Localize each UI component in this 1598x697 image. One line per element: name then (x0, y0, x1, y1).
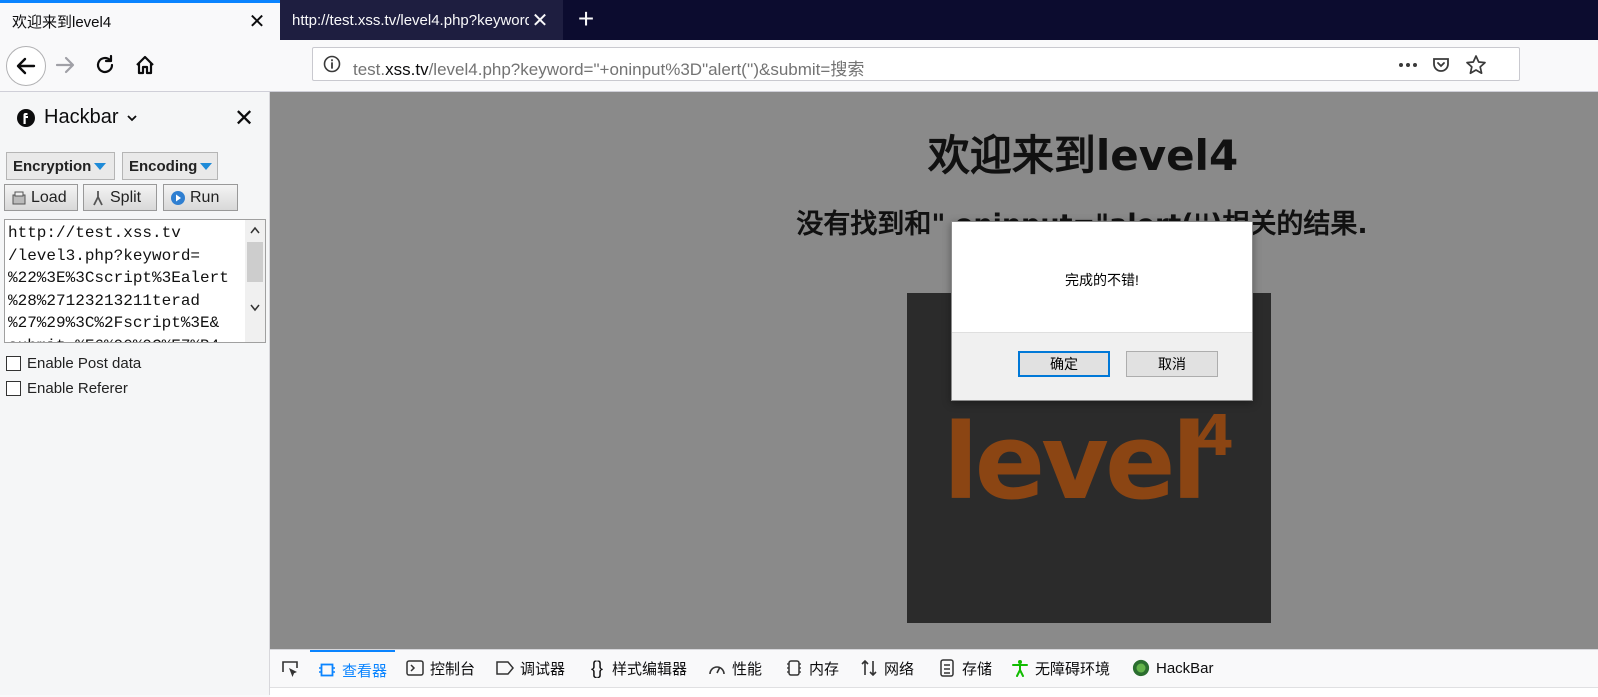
memory-icon (785, 659, 803, 677)
split-label: Split (110, 188, 142, 206)
alert-dialog: 完成的不错! 确定 取消 (951, 221, 1253, 401)
split-button[interactable]: Split (83, 184, 157, 211)
dialog-footer: 确定 取消 (952, 332, 1252, 400)
tab-strip: 欢迎来到level4 ✕ http://test.xss.tv/level4.p… (0, 0, 1598, 40)
inspector-icon (318, 661, 336, 679)
page-content: 欢迎来到level4 没有找到和" oninput="alert('')相关的结… (270, 92, 1598, 649)
encryption-dropdown[interactable]: Encryption (6, 152, 115, 180)
bookmark-star-icon[interactable] (1465, 54, 1487, 76)
tab-style-editor[interactable]: {} 样式编辑器 (588, 650, 687, 686)
home-button[interactable] (128, 48, 162, 82)
split-icon (93, 190, 103, 205)
element-picker-icon[interactable] (280, 659, 300, 679)
back-arrow-icon (16, 57, 36, 75)
tab-label: 调试器 (520, 660, 566, 678)
tab-inspector[interactable]: 查看器 (310, 650, 396, 688)
scroll-up-icon[interactable] (250, 226, 260, 234)
tab-memory[interactable]: 内存 (785, 650, 839, 686)
performance-icon (708, 659, 726, 677)
dialog-message: 完成的不错! (1065, 272, 1139, 288)
load-label: Load (31, 188, 67, 206)
tab-label: 样式编辑器 (612, 660, 688, 678)
url-text: test.xss.tv/level4.php?keyword="+oninput… (353, 60, 865, 79)
tab-close-icon[interactable]: ✕ (246, 9, 268, 34)
textarea-scrollbar[interactable] (245, 220, 265, 342)
tab-label: 内存 (809, 660, 840, 678)
cancel-button[interactable]: 取消 (1126, 351, 1218, 377)
checkbox-box[interactable] (6, 381, 21, 396)
scroll-thumb[interactable] (247, 242, 263, 282)
tab-network[interactable]: 网络 (860, 650, 914, 686)
logo-word: level (943, 401, 1203, 523)
devtools-subtoolbar (270, 687, 1598, 697)
tab-title: 欢迎来到level4 (12, 14, 112, 31)
ok-button[interactable]: 确定 (1018, 351, 1110, 377)
tab-label: 无障碍环境 (1035, 660, 1111, 678)
tab-label: 网络 (884, 660, 915, 678)
page-heading: 欢迎来到level4 (927, 131, 1239, 180)
tab-label: 存储 (962, 660, 993, 678)
tab-label: 控制台 (430, 660, 476, 678)
dropdown-arrow-icon (200, 162, 213, 170)
load-icon (12, 191, 26, 204)
tab-performance[interactable]: 性能 (708, 650, 762, 686)
enable-post-label: Enable Post data (27, 355, 142, 372)
checkbox-box[interactable] (6, 356, 21, 371)
enable-referer-label: Enable Referer (27, 380, 128, 397)
enable-post-checkbox[interactable]: Enable Post data (6, 355, 141, 372)
tab-close-icon[interactable]: ✕ (529, 8, 551, 33)
reload-button[interactable] (88, 48, 122, 82)
hackbar-title-label: Hackbar (44, 106, 119, 128)
accessibility-icon (1011, 659, 1029, 677)
tab-accessibility[interactable]: 无障碍环境 (1011, 650, 1110, 686)
tab-debugger[interactable]: 调试器 (496, 650, 565, 686)
tab-label: 查看器 (342, 662, 388, 680)
enable-referer-checkbox[interactable]: Enable Referer (6, 380, 128, 397)
tab-label: HackBar (1156, 659, 1214, 677)
console-icon (406, 659, 424, 677)
info-icon[interactable] (323, 55, 341, 73)
hackbar-url-textarea[interactable]: http://test.xss.tv /level3.php?keyword= … (4, 219, 266, 343)
tab-hackbar[interactable]: HackBar (1132, 650, 1214, 686)
tab-label: 性能 (732, 660, 763, 678)
run-label: Run (190, 188, 220, 206)
style-editor-icon: {} (590, 657, 604, 678)
result-text: 没有找到和" oninput="alert('')相关的结果. (796, 209, 1367, 240)
logo-superscript: 4 (1195, 404, 1234, 469)
new-tab-button[interactable]: + (566, 0, 606, 40)
page-actions-icon[interactable] (1397, 56, 1419, 74)
tab-storage[interactable]: 存储 (938, 650, 992, 686)
hackbar-close-icon[interactable]: ✕ (234, 104, 254, 133)
forward-arrow-icon (55, 56, 75, 74)
back-button[interactable] (6, 46, 46, 86)
tab-level4-url[interactable]: http://test.xss.tv/level4.php?keyword ✕ (280, 0, 563, 40)
chevron-down-icon (127, 114, 138, 121)
debugger-icon (496, 659, 514, 677)
url-bar[interactable]: test.xss.tv/level4.php?keyword="+oninput… (312, 47, 1520, 81)
dropdown-arrow-icon (94, 162, 107, 170)
scroll-down-icon[interactable] (250, 304, 260, 312)
encoding-dropdown[interactable]: Encoding (122, 152, 218, 180)
load-button[interactable]: Load (4, 184, 78, 211)
devtools-toolbar: 查看器 控制台 调试器 {} 样式编辑器 性能 内存 网络 存储 无障碍环境 H… (270, 649, 1598, 697)
tab-console[interactable]: 控制台 (406, 650, 475, 686)
run-icon (171, 190, 185, 205)
run-button[interactable]: Run (163, 184, 238, 211)
reload-icon (96, 54, 114, 74)
storage-icon (938, 659, 956, 677)
tab-level4[interactable]: 欢迎来到level4 ✕ (0, 0, 280, 40)
tab-title: http://test.xss.tv/level4.php?keyword (292, 11, 529, 29)
hackbar-url-text: http://test.xss.tv /level3.php?keyword= … (8, 224, 229, 342)
encryption-label: Encryption (13, 157, 92, 175)
hackbar-tab-icon (1132, 659, 1150, 677)
forward-button[interactable] (48, 48, 82, 82)
hackbar-logo-icon (17, 108, 35, 127)
encoding-label: Encoding (129, 157, 198, 175)
home-icon (136, 55, 154, 75)
pocket-icon[interactable] (1431, 55, 1451, 75)
hackbar-title[interactable]: Hackbar (16, 106, 138, 129)
network-icon (860, 659, 878, 677)
